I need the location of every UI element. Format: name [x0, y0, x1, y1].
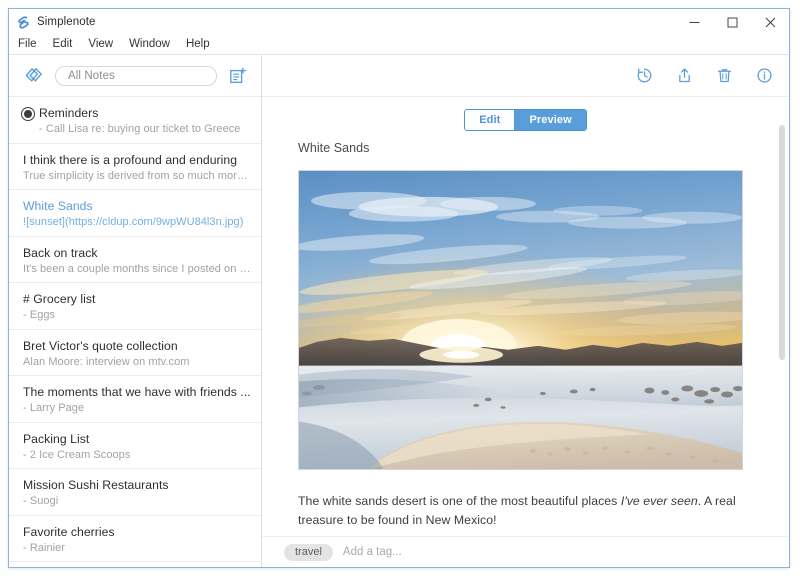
note-text-part1: The white sands desert is one of the mos…	[298, 494, 621, 508]
note-title: # Grocery list	[23, 292, 96, 306]
menu-bar: File Edit View Window Help	[9, 35, 789, 54]
mode-toggle: Edit Preview	[262, 109, 789, 131]
note-preview: - Larry Page	[23, 402, 85, 414]
application-window: Simplenote File Edit View Window Help Al…	[8, 8, 790, 568]
note-title: I think there is a profound and enduring	[23, 152, 238, 167]
main-layout: All Notes Reminders - Call Lisa re: buyi…	[9, 54, 789, 567]
note-list[interactable]: Reminders - Call Lisa re: buying our tic…	[9, 97, 261, 567]
menu-window[interactable]: Window	[129, 37, 178, 52]
note-list-item[interactable]: Reminders - Call Lisa re: buying our tic…	[9, 97, 261, 144]
editor-scrollbar[interactable]	[779, 125, 785, 490]
note-list-item[interactable]: I think there is a profound and enduring…	[9, 144, 261, 190]
tag-chip-travel[interactable]: travel	[284, 543, 333, 561]
note-list-item[interactable]: Favorite cherries - Rainier	[9, 516, 261, 562]
history-icon[interactable]	[633, 65, 655, 87]
note-list-item[interactable]: Mission Sushi Restaurants - Suogi	[9, 469, 261, 516]
note-editor-panel: Edit Preview White Sands The white sands…	[262, 55, 789, 567]
note-preview: - Call Lisa re: buying our ticket to Gre…	[39, 123, 241, 135]
note-preview: - Eggs	[23, 309, 56, 321]
pin-icon	[24, 110, 32, 118]
sidebar-toolbar: All Notes	[9, 55, 261, 97]
note-title: Mission Sushi Restaurants	[23, 478, 169, 492]
note-list-item[interactable]: Bret Victor's quote collection Alan Moor…	[9, 330, 261, 376]
title-bar: Simplenote	[9, 9, 789, 35]
note-preview-area: Edit Preview White Sands The white sands…	[262, 97, 789, 536]
menu-view[interactable]: View	[88, 37, 121, 52]
note-image-sunset	[298, 170, 743, 470]
menu-help[interactable]: Help	[186, 37, 218, 52]
menu-edit[interactable]: Edit	[53, 37, 81, 52]
info-icon[interactable]	[753, 65, 775, 87]
editor-toolbar	[262, 55, 789, 97]
search-input[interactable]: All Notes	[55, 65, 217, 86]
share-icon[interactable]	[673, 65, 695, 87]
tab-edit[interactable]: Edit	[465, 110, 515, 130]
add-tag-input[interactable]: Add a tag...	[343, 546, 402, 558]
note-list-item[interactable]: The moments that we have with friends ..…	[9, 376, 261, 423]
trash-icon[interactable]	[713, 65, 735, 87]
note-title: Bret Victor's quote collection	[23, 338, 178, 353]
scrollbar-thumb[interactable]	[779, 125, 785, 360]
note-list-item[interactable]: # Grocery list - Eggs	[9, 283, 261, 330]
note-list-item-selected[interactable]: White Sands ![sunset](https://cldup.com/…	[9, 190, 261, 237]
note-heading: White Sands	[298, 141, 370, 155]
search-value: All Notes	[68, 69, 115, 82]
close-button[interactable]	[751, 9, 789, 35]
note-title: The moments that we have with friends ..…	[23, 385, 251, 399]
note-list-item[interactable]: Packing List - 2 Ice Cream Scoops	[9, 423, 261, 469]
note-title: Reminders	[39, 106, 99, 120]
note-title: Favorite cherries	[23, 524, 115, 539]
note-text-italic: I've ever seen	[620, 494, 698, 508]
note-content: White Sands The white sands desert is on…	[262, 141, 789, 530]
title-bar-left: Simplenote	[9, 15, 96, 29]
note-preview: Alan Moore: interview on mtv.com	[23, 355, 190, 368]
sidebar: All Notes Reminders - Call Lisa re: buyi…	[9, 55, 262, 567]
note-title: Back on track	[23, 245, 98, 260]
tab-preview[interactable]: Preview	[514, 110, 586, 130]
minimize-button[interactable]	[675, 9, 713, 35]
maximize-button[interactable]	[713, 9, 751, 35]
app-root: Simplenote File Edit View Window Help Al…	[0, 0, 800, 578]
new-note-icon[interactable]	[227, 65, 249, 87]
note-preview: - Rainier	[23, 541, 66, 554]
note-title: Packing List	[23, 431, 90, 446]
window-title: Simplenote	[37, 16, 96, 28]
note-list-item[interactable]: Back on track It's been a couple months …	[9, 237, 261, 283]
note-preview: True simplicity is derived from so much …	[23, 169, 251, 182]
tag-bar: travel Add a tag...	[262, 536, 789, 567]
note-preview: ![sunset](https://cldup.com/9wpWU84l3n.j…	[23, 216, 244, 228]
note-preview: It's been a couple months since I posted…	[23, 262, 251, 275]
simplenote-logo-icon	[17, 15, 30, 29]
note-preview: - Suogi	[23, 495, 59, 507]
note-preview: - 2 Ice Cream Scoops	[23, 448, 131, 461]
tag-icon[interactable]	[23, 65, 45, 87]
edit-preview-segmented-control: Edit Preview	[464, 109, 587, 131]
menu-file[interactable]: File	[18, 37, 45, 52]
note-title: White Sands	[23, 199, 93, 213]
window-controls	[675, 9, 789, 35]
note-paragraph: The white sands desert is one of the mos…	[298, 492, 753, 530]
